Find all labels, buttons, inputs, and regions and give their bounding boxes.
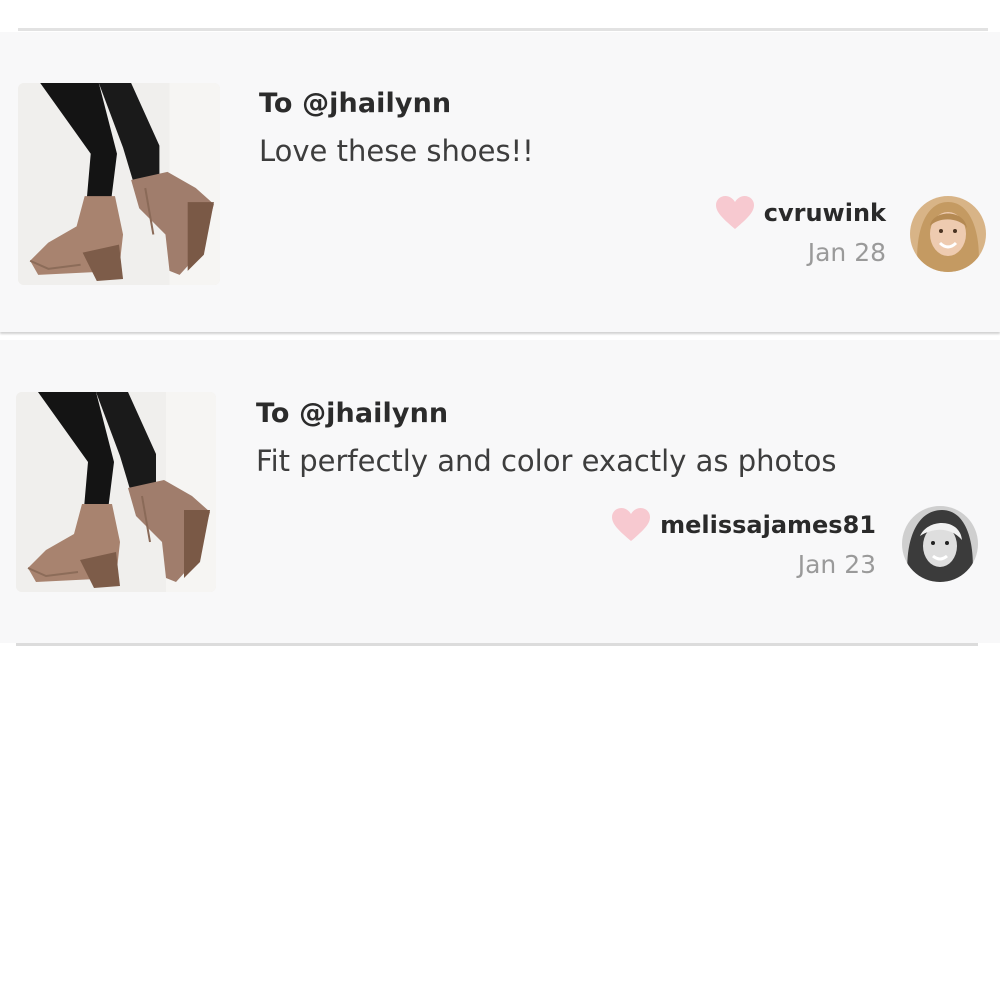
reviews-page: To @jhailynn Love these shoes!! cvruwink… [0, 0, 1000, 1000]
bottom-divider [16, 643, 978, 646]
heart-icon[interactable] [715, 196, 754, 230]
review-recipient: To @jhailynn [259, 88, 452, 119]
review-meta: cvruwink Jan 28 [715, 196, 886, 267]
wedge-bootie-image [18, 83, 220, 285]
review-user-row: cvruwink [715, 196, 886, 230]
avatar[interactable] [910, 196, 986, 272]
wedge-bootie-image [16, 392, 216, 592]
review-user-row: melissajames81 [612, 508, 876, 542]
product-thumbnail[interactable] [18, 83, 220, 285]
review-card[interactable]: To @jhailynn Love these shoes!! cvruwink… [0, 32, 1000, 332]
user-photo-image [910, 196, 986, 272]
heart-icon[interactable] [612, 508, 651, 542]
review-date: Jan 23 [797, 550, 876, 579]
review-recipient: To @jhailynn [256, 398, 449, 429]
review-date: Jan 28 [807, 238, 886, 267]
avatar[interactable] [902, 506, 978, 582]
review-meta: melissajames81 Jan 23 [612, 508, 876, 579]
top-divider [18, 28, 988, 31]
review-message: Love these shoes!! [259, 134, 534, 168]
review-card[interactable]: To @jhailynn Fit perfectly and color exa… [0, 340, 1000, 643]
review-message: Fit perfectly and color exactly as photo… [256, 444, 837, 478]
user-photo-image [902, 506, 978, 582]
review-username[interactable]: melissajames81 [660, 511, 876, 539]
review-username[interactable]: cvruwink [764, 199, 886, 227]
product-thumbnail[interactable] [16, 392, 216, 592]
